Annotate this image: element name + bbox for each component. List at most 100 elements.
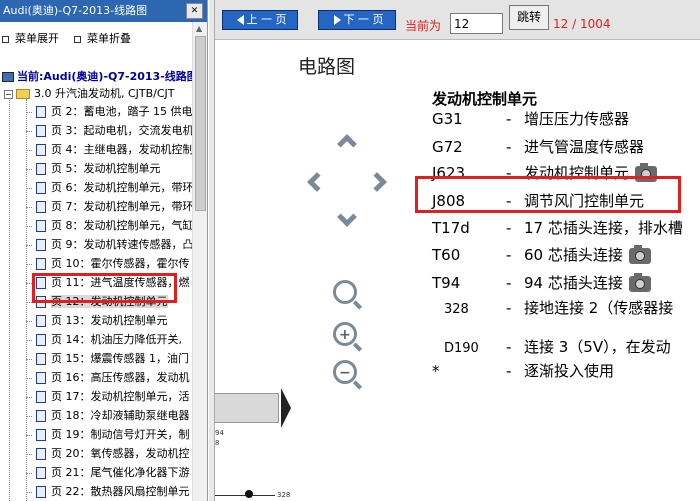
tree-item[interactable]: 页 19：制动信号灯开关，制 — [26, 425, 192, 444]
goto-button[interactable]: 跳转 — [509, 5, 549, 30]
expand-icon — [2, 35, 9, 43]
tree-connector — [26, 377, 32, 379]
zoom-in-icon[interactable]: + — [333, 322, 357, 346]
tree-item[interactable]: 页 22：散热器风扇控制单元 — [26, 482, 192, 501]
collapse-menu-button[interactable]: 菜单折叠 — [74, 30, 131, 46]
document-view: 电路图 + − 发动机控制单元 G31- 增压压力传感器 G72- 进气管温度传感器 J… — [215, 40, 700, 501]
separator-dash: - — [506, 338, 512, 356]
tree-item[interactable]: 页 6：发动机控制单元，带环 — [26, 178, 192, 197]
component-code: T94 — [432, 274, 461, 292]
document-icon — [36, 448, 46, 460]
tree-item[interactable]: 页 13：发动机控制单元 — [26, 311, 192, 330]
tree-item[interactable]: 页 4：主继电器，发动机控制 — [26, 140, 192, 159]
pan-up-icon[interactable] — [337, 134, 357, 154]
plus-icon: + — [339, 327, 351, 343]
tree-item-label: 页 10：霍尔传感器，霍尔传 — [51, 257, 190, 270]
document-icon — [36, 467, 46, 479]
tree-item[interactable]: 页 17：发动机控制单元，活 — [26, 387, 192, 406]
component-description: 17 芯插头连接，排水槽 — [524, 219, 683, 237]
separator-dash: - — [506, 219, 512, 237]
tree-item[interactable]: 页 15：爆震传感器 1，油门 — [26, 349, 192, 368]
collapsed-sidebar-tab[interactable] — [215, 393, 279, 423]
component-description: 逐渐投入使用 — [524, 362, 615, 380]
pan-right-icon[interactable] — [367, 172, 387, 192]
component-code: T17d — [432, 219, 470, 237]
tree-connector — [26, 225, 32, 227]
component-description: 连接 3（5V），在发动 — [524, 338, 671, 356]
tree-item[interactable]: 页 7：发动机控制单元，带环 — [26, 197, 192, 216]
tree-guide — [9, 95, 10, 501]
tree-connector — [26, 149, 32, 151]
next-page-button[interactable]: 下 一 页 — [318, 10, 396, 30]
camera-icon[interactable] — [628, 244, 651, 264]
tree-item-label: 页 15：爆震传感器 1，油门 — [51, 352, 189, 365]
separator-dash: - — [506, 246, 512, 264]
tree-connector — [26, 453, 32, 455]
diagram-label: 94 — [215, 429, 224, 437]
current-page-label: 当前为 — [405, 19, 442, 33]
tree-item[interactable]: 页 21：尾气催化净化器下游 — [26, 463, 192, 482]
collapse-node-icon[interactable]: − — [4, 89, 13, 99]
document-icon — [36, 486, 46, 498]
tree-item[interactable]: 页 16：高压传感器，发动机 — [26, 368, 192, 387]
component-description: 增压压力传感器 — [524, 110, 630, 128]
tree-item[interactable]: 页 5：发动机控制单元 — [26, 159, 192, 178]
document-icon — [36, 106, 46, 118]
document-icon — [36, 220, 46, 232]
pan-left-icon[interactable] — [307, 172, 327, 192]
tree-item[interactable]: 页 3：起动电机，交流发电机 — [26, 121, 192, 140]
document-icon — [36, 258, 46, 270]
tree-item-label: 页 8：发动机控制单元，气缸 — [51, 219, 192, 232]
prev-page-button[interactable]: 上 一 页 — [222, 10, 298, 30]
tree-item[interactable]: 页 2：蓄电池，踏子 15 供电 — [26, 102, 192, 121]
separator-dash: - — [506, 274, 512, 292]
computer-icon — [2, 72, 14, 82]
minus-icon: − — [339, 365, 351, 381]
scroll-thumb[interactable] — [195, 36, 206, 211]
tree-connector — [26, 130, 32, 132]
close-icon[interactable]: ✕ — [186, 3, 203, 19]
legend-row: T94 -94 芯插头连接 — [432, 272, 651, 300]
page-number-input[interactable] — [450, 13, 503, 34]
tree-root[interactable]: 当前:Audi(奥迪)-Q7-2013-线路图 — [2, 68, 192, 84]
legend-row: G31 - 增压压力传感器 — [432, 108, 629, 136]
legend-row: T60 -60 芯插头连接 — [432, 244, 651, 272]
component-description: 接地连接 2（传感器接 — [524, 299, 674, 317]
tree-connector — [26, 434, 32, 436]
tree-item[interactable]: 页 20：氧传感器，发动机控 — [26, 444, 192, 463]
document-icon — [36, 163, 46, 175]
component-code: D190 — [444, 341, 479, 356]
tree-item[interactable]: 页 10：霍尔传感器，霍尔传 — [26, 254, 192, 273]
expand-sidebar-icon[interactable] — [281, 388, 291, 428]
tree-item[interactable]: 页 14：机油压力降低开关, — [26, 330, 192, 349]
panel-title: Audi(奥迪)-Q7-2013-线路图 — [0, 0, 207, 22]
right-arrow-icon — [333, 15, 341, 25]
tree-item-label: 页 2：蓄电池，踏子 15 供电 — [51, 105, 192, 118]
document-icon — [36, 429, 46, 441]
tree-scrollbar[interactable]: ▲ — [192, 22, 207, 501]
tree-connector — [26, 396, 32, 398]
tree-item[interactable]: 页 8：发动机控制单元，气缸 — [26, 216, 192, 235]
zoom-fit-icon[interactable] — [333, 280, 357, 304]
tree-connector — [26, 168, 32, 170]
legend-row: * - 逐渐投入使用 — [432, 360, 614, 388]
viewer-panel: 上 一 页 下 一 页 当前为 跳转 12 / 1004 电路图 + − 发动机… — [209, 0, 700, 501]
tree-item[interactable]: 页 9：发动机转速传感器，凸 — [26, 235, 192, 254]
document-icon — [36, 125, 46, 137]
component-code: T60 — [432, 246, 461, 264]
document-icon — [36, 144, 46, 156]
tree-connector — [26, 415, 32, 417]
component-highlight-box — [415, 176, 681, 213]
expand-menu-button[interactable]: 菜单展开 — [2, 30, 59, 46]
document-icon — [36, 239, 46, 251]
legend-row: 328 - 接地连接 2（传感器接 — [432, 297, 673, 325]
tree-folder[interactable]: − 3.0 升汽油发动机, CJTB/CJT — [4, 85, 175, 101]
tree-item[interactable]: 页 18：冷却液辅助泵继电器 — [26, 406, 192, 425]
camera-icon[interactable] — [628, 272, 651, 292]
tree-item-label: 页 13：发动机控制单元 — [51, 314, 168, 327]
zoom-out-icon[interactable]: − — [333, 360, 357, 384]
legend-row: G72 - 进气管温度传感器 — [432, 136, 644, 164]
legend-row: T17d -17 芯插头连接，排水槽 — [432, 217, 683, 245]
pan-down-icon[interactable] — [337, 207, 357, 227]
scroll-up-icon[interactable]: ▲ — [196, 24, 202, 33]
